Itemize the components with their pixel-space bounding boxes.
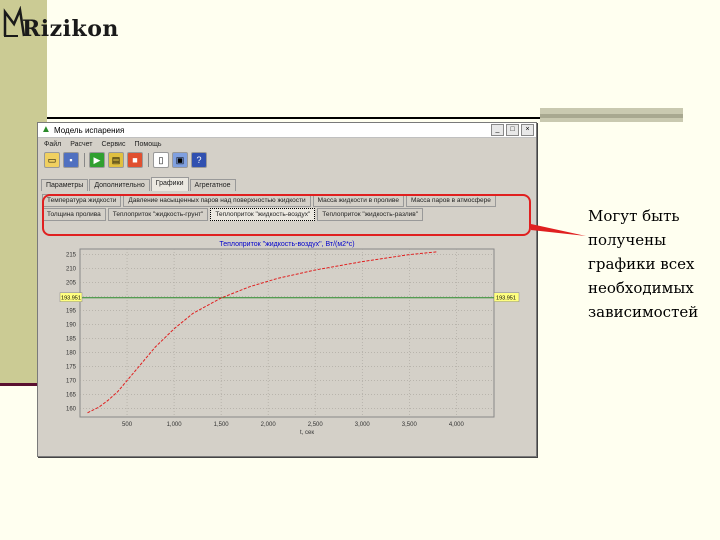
x-tick-label: 3,500 [402,422,418,428]
open-folder-icon[interactable]: ▭ [44,152,60,168]
help-icon[interactable]: ? [191,152,207,168]
report-icon[interactable]: ■ [127,152,143,168]
logo-text: Rizikon [22,16,119,42]
x-tick-label: 1,000 [167,422,183,428]
x-tick-label: 2,000 [261,422,277,428]
y-tick-label: 185 [66,337,77,343]
right-decor-block-shadow [540,114,683,118]
y-tick-label: 190 [66,323,77,329]
x-tick-label: 3,000 [355,422,371,428]
run-icon[interactable]: ▶ [89,152,105,168]
y-tick-label: 160 [66,407,77,413]
reference-label-right: 193.951 [496,296,516,302]
menu-file[interactable]: Файл [44,141,61,148]
caption-line: Могут быть [588,207,680,225]
chart-panel: Теплоприток "жидкость-воздух", Вт/(м2*с)… [40,237,532,451]
table-icon[interactable]: ▤ [108,152,124,168]
save-icon[interactable]: ▪ [63,152,79,168]
logo: Rizikon [2,5,118,42]
y-tick-label: 175 [66,365,77,371]
app-arrow-icon: ▲ [41,124,51,135]
menu-help[interactable]: Помощь [134,141,161,148]
tab-additional[interactable]: Дополнительно [89,179,150,191]
tab-aggregate[interactable]: Агрегатное [189,179,236,191]
maximize-button[interactable]: □ [506,124,519,136]
menubar: Файл Расчет Сервис Помощь [38,138,536,150]
window-title: Модель испарения [54,125,125,135]
copy-icon[interactable]: ▯ [153,152,169,168]
x-tick-label: 4,000 [449,422,465,428]
x-tick-label: 500 [122,422,133,428]
caption-line: необходимых [588,279,694,297]
toolbar-separator [84,153,85,167]
x-tick-label: 1,500 [214,422,230,428]
y-tick-label: 205 [66,281,77,287]
y-tick-label: 170 [66,379,77,385]
heat-flux-chart: Теплоприток "жидкость-воздух", Вт/(м2*с)… [59,241,520,436]
close-button[interactable]: × [521,124,534,136]
window-titlebar[interactable]: ▲ Модель испарения _ □ × [38,123,536,138]
toolbar-separator [148,153,149,167]
evaporation-model-window: ▲ Модель испарения _ □ × Файл Расчет Сер… [37,122,537,457]
print-icon[interactable]: ▣ [172,152,188,168]
chart-title: Теплоприток "жидкость-воздух", Вт/(м2*с) [219,241,354,248]
reference-label-left: 193.951 [61,296,81,302]
plot-frame [79,248,495,418]
tab-graphs[interactable]: Графики [150,177,189,191]
menu-calc[interactable]: Расчет [70,141,92,148]
subtabs-highlight-frame [42,194,531,236]
x-axis-label: t, сек [300,430,314,436]
caption-line: получены [588,231,667,249]
minimize-button[interactable]: _ [491,124,504,136]
caption-line: графики всех [588,255,695,273]
x-tick-label: 2,500 [308,422,324,428]
y-tick-label: 165 [66,393,77,399]
y-tick-label: 180 [66,351,77,357]
main-tabs: Параметры Дополнительно Графики Агрегатн… [41,177,237,191]
menu-service[interactable]: Сервис [101,141,125,148]
tab-parameters[interactable]: Параметры [41,179,89,191]
toolbar: ▭ ▪ ▶ ▤ ■ ▯ ▣ ? [38,150,536,170]
caption: Могут быть получены графики всех необход… [588,204,718,324]
caption-line: зависимостей [588,303,699,321]
y-tick-label: 195 [66,309,77,315]
y-tick-label: 210 [66,267,77,273]
y-tick-label: 215 [66,253,77,259]
header-rule [47,117,540,119]
